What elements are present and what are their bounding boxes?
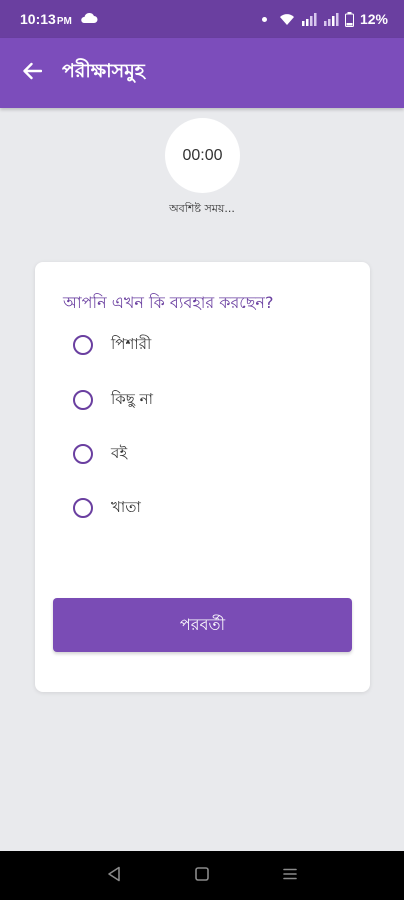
option-1[interactable]: পিশারী [73, 330, 151, 360]
option-label: কিছু না [111, 389, 153, 408]
option-label: খাতা [111, 497, 141, 516]
app-bar: পরীক্ষাসমুহ [0, 38, 404, 108]
status-left: 10:13PM [20, 11, 98, 27]
radio-button[interactable] [73, 444, 93, 464]
arrow-left-icon [22, 62, 43, 84]
quiz-card: আপনি এখন কি ব্যবহার করছেন? পিশারী কিছু ন… [35, 262, 370, 692]
system-nav-bar [0, 851, 404, 900]
status-right: 12% [261, 11, 388, 27]
status-bar: 10:13PM 12% [0, 0, 404, 38]
option-label: পিশারী [111, 334, 152, 353]
radio-button[interactable] [73, 390, 93, 410]
nav-recents-button[interactable] [270, 856, 310, 896]
wifi-icon [279, 13, 295, 26]
timer-value: 00:00 [182, 146, 223, 164]
home-square-icon [195, 866, 209, 885]
timer-label: অবশিষ্ট সময়... [169, 202, 235, 215]
status-time: 10:13PM [20, 11, 72, 27]
notification-dot-icon [261, 16, 267, 22]
cloud-icon [80, 11, 98, 27]
option-4[interactable]: খাতা [73, 493, 141, 523]
option-2[interactable]: কিছু না [73, 385, 153, 415]
nav-back-button[interactable] [94, 856, 134, 896]
next-button[interactable]: পরবর্তী [53, 598, 352, 652]
back-button[interactable] [0, 38, 64, 108]
option-3[interactable]: বই [73, 439, 127, 469]
nav-home-button[interactable] [182, 856, 222, 896]
battery-percent: 12% [359, 11, 388, 27]
back-triangle-icon [107, 866, 121, 886]
recents-lines-icon [283, 866, 297, 885]
timer-circle: 00:00 [165, 118, 240, 193]
question-text: আপনি এখন কি ব্যবহার করছেন? [63, 293, 274, 312]
signal-icon-2 [323, 12, 339, 26]
radio-button[interactable] [73, 335, 93, 355]
battery-icon [344, 11, 354, 27]
radio-button[interactable] [73, 498, 93, 518]
page-title: পরীক্ষাসমুহ [62, 60, 145, 82]
signal-icon [301, 12, 317, 26]
option-label: বই [111, 443, 128, 462]
